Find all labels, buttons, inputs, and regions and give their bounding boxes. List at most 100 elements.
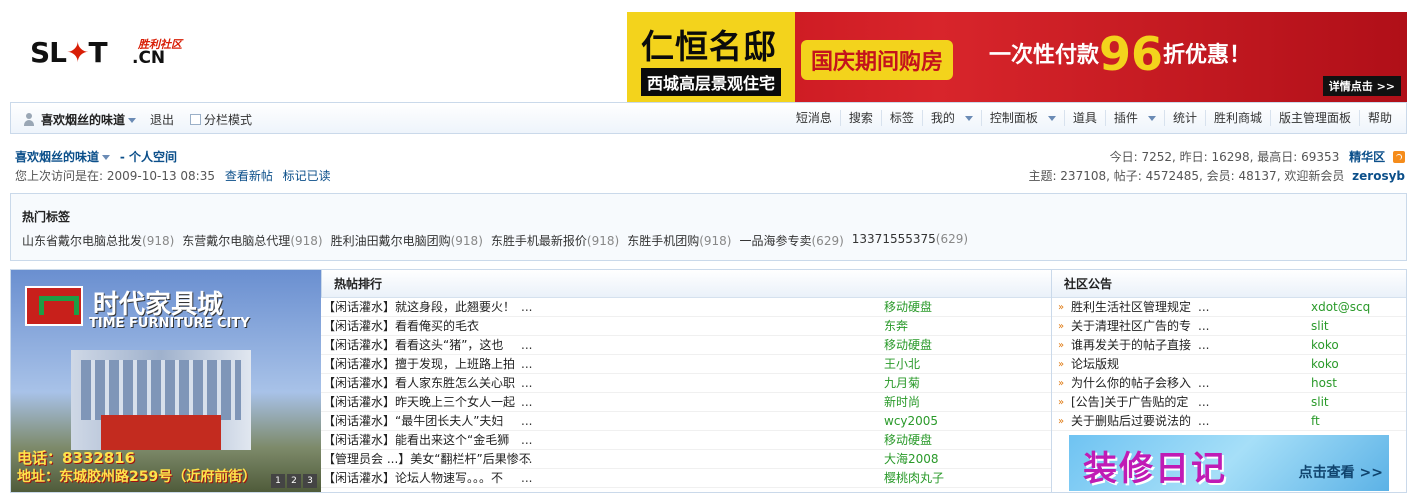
list-item: 【闲话灌水】“最牛团长夫人”夫妇... wcy2005	[321, 412, 1051, 431]
post-title-link[interactable]: 【闲话灌水】看看俺买的毛衣	[323, 317, 479, 336]
post-title-link[interactable]: 【闲话灌水】昨天晚上三个女人一起	[323, 393, 515, 412]
notice-author-link[interactable]: slit	[1311, 317, 1329, 336]
post-title-link[interactable]: 【闲话灌水】就这身段，此翘要火！	[323, 298, 515, 317]
furniture-ad[interactable]: 时代家具城 TIME FURNITURE CITY 电话：8332816 地址：…	[11, 270, 321, 492]
notice-title-link[interactable]: 谁再发关于的帖子直接	[1071, 336, 1191, 355]
notice-title-link[interactable]: 关于删贴后过要说法的	[1071, 412, 1191, 431]
notice-author-link[interactable]: slit	[1311, 393, 1329, 412]
list-item: » 关于清理社区广告的专... slit	[1052, 317, 1406, 336]
post-title-link[interactable]: 【闲话灌水】论坛人物速写。。。不	[323, 469, 503, 488]
post-author-link[interactable]: 九月菊	[884, 374, 920, 393]
notice-title-link[interactable]: 为什么你的帖子会移入	[1071, 374, 1191, 393]
ad-page-button[interactable]: 3	[303, 474, 317, 488]
post-author-link[interactable]: 樱桃肉丸子	[884, 469, 944, 488]
nav-item-plugins[interactable]: 插件	[1104, 110, 1164, 126]
notice-title-link[interactable]: 论坛版规	[1071, 355, 1119, 374]
list-item: 【闲话灌水】看人家东胜怎么关心职... 九月菊	[321, 374, 1051, 393]
notice-title-link[interactable]: [公告]关于广告贴的定	[1071, 393, 1188, 412]
username-menu[interactable]: 喜欢烟丝的味道	[41, 111, 137, 128]
chevron-down-icon	[964, 116, 973, 121]
post-more: ...	[521, 414, 533, 428]
nav-item-mall[interactable]: 胜利商城	[1204, 110, 1270, 126]
post-more: ...	[521, 376, 533, 390]
post-title-link[interactable]: 【闲话灌水】能看出来这个“金毛狮	[323, 431, 509, 450]
nav-item-tags[interactable]: 标签	[880, 110, 922, 126]
nav-item-stats[interactable]: 统计	[1163, 110, 1205, 126]
split-mode-toggle[interactable]: 分栏模式	[190, 111, 252, 128]
nav-item-search[interactable]: 搜索	[839, 110, 881, 126]
ad-brand-en: TIME FURNITURE CITY	[89, 316, 250, 331]
post-title-link[interactable]: 【闲话灌水】擅于发现，上班路上拍	[323, 355, 515, 374]
banner-title: 仁恒名邸	[641, 27, 777, 66]
newest-member-link[interactable]: zerosyb	[1352, 169, 1405, 183]
post-more: ...	[521, 357, 533, 371]
banner-detail-button[interactable]: 详情点击 >>	[1322, 76, 1401, 96]
notice-author-link[interactable]: koko	[1311, 336, 1339, 355]
nav-bar: 喜欢烟丝的味道 退出 分栏模式 短消息 搜索 标签 我的 控制面板 道具 插件 …	[10, 102, 1407, 134]
user-menu-link[interactable]: 喜欢烟丝的味道	[15, 150, 111, 164]
furniture-logo-icon	[25, 286, 83, 326]
digest-link[interactable]: 精华区	[1349, 150, 1385, 164]
nav-item-control-panel[interactable]: 控制面板	[980, 110, 1064, 126]
user-info: 喜欢烟丝的味道 - 个人空间 您上次访问是在: 2009-10-13 08:35…	[10, 144, 1407, 186]
post-author-link[interactable]: 移动硬盘	[884, 336, 932, 355]
ad-page-button[interactable]: 2	[287, 474, 301, 488]
post-author-link[interactable]: 大海2008	[884, 450, 939, 469]
hot-tag[interactable]: 胜利油田戴尔电脑团购(918)	[331, 232, 483, 249]
nav-item-moderator-panel[interactable]: 版主管理面板	[1269, 110, 1359, 126]
post-more: ...	[521, 395, 533, 409]
post-author-link[interactable]: wcy2005	[884, 412, 938, 431]
ad-page-button[interactable]: 1	[271, 474, 285, 488]
user-icon	[23, 113, 35, 126]
list-item: 【闲话灌水】昨天晚上三个女人一起... 新时尚	[321, 393, 1051, 412]
double-arrow-icon: »	[1058, 359, 1065, 370]
ad-small-text: 装修日记	[1083, 449, 1227, 489]
new-posts-link[interactable]: 查看新帖	[225, 169, 273, 183]
notice-author-link[interactable]: xdot@scq	[1311, 298, 1370, 317]
header: SL✦T 胜利社区 .CN 仁恒名邸 西城高层景观住宅 国庆期间购房 一次性付款…	[0, 0, 1408, 102]
post-title-link[interactable]: 【管理员会 ...】美女“翻栏杆”后果惨不	[323, 450, 531, 469]
list-item: » 为什么你的帖子会移入... host	[1052, 374, 1406, 393]
ad-tel: 电话：8332816	[17, 449, 136, 467]
nav-item-messages[interactable]: 短消息	[788, 110, 840, 126]
hot-tag[interactable]: 13371555375(629)	[852, 232, 968, 249]
post-author-link[interactable]: 王小北	[884, 355, 920, 374]
post-author-link[interactable]: 移动硬盘	[884, 298, 932, 317]
notice-author-link[interactable]: koko	[1311, 355, 1339, 374]
post-title-link[interactable]: 【闲话灌水】看人家东胜怎么关心职	[323, 374, 515, 393]
banner-slogan-1: 国庆期间购房	[801, 40, 954, 80]
nav-item-my[interactable]: 我的	[921, 110, 981, 126]
nav-item-props[interactable]: 道具	[1063, 110, 1105, 126]
rss-icon[interactable]	[1393, 151, 1405, 163]
hot-tags-title: 热门标签	[22, 210, 71, 224]
hot-tag[interactable]: 山东省戴尔电脑总批发(918)	[22, 232, 174, 249]
post-title-link[interactable]: 【闲话灌水】看看这头“猪”，这也	[323, 336, 503, 355]
site-logo[interactable]: SL✦T 胜利社区 .CN	[30, 32, 190, 72]
hot-tag[interactable]: 东营戴尔电脑总代理(918)	[182, 232, 322, 249]
nav-links: 短消息 搜索 标签 我的 控制面板 道具 插件 统计 胜利商城 版主管理面板 帮…	[788, 103, 1400, 133]
ad-small-cta[interactable]: 点击查看 >>	[1299, 462, 1383, 482]
personal-space-link[interactable]: - 个人空间	[120, 150, 177, 164]
post-more: ...	[521, 300, 533, 314]
nav-item-help[interactable]: 帮助	[1358, 110, 1400, 126]
hot-tag[interactable]: 一品海参专卖(629)	[739, 232, 843, 249]
hot-tag[interactable]: 东胜手机团购(918)	[627, 232, 731, 249]
notice-title-link[interactable]: 胜利生活社区管理规定	[1071, 298, 1191, 317]
banner-subtitle: 西城高层景观住宅	[641, 68, 782, 96]
hot-tag[interactable]: 东胜手机最新报价(918)	[491, 232, 619, 249]
top-banner-ad[interactable]: 仁恒名邸 西城高层景观住宅 国庆期间购房 一次性付款96折优惠！ 详情点击 >>	[627, 12, 1407, 102]
list-item: » 关于删贴后过要说法的... ft	[1052, 412, 1406, 431]
post-title-link[interactable]: 【闲话灌水】“最牛团长夫人”夫妇	[323, 412, 503, 431]
hot-tags-list: 山东省戴尔电脑总批发(918) 东营戴尔电脑总代理(918) 胜利油田戴尔电脑团…	[22, 232, 968, 249]
logout-link[interactable]: 退出	[150, 111, 174, 128]
post-author-link[interactable]: 新时尚	[884, 393, 920, 412]
notice-author-link[interactable]: host	[1311, 374, 1337, 393]
decoration-diary-ad[interactable]: 装修日记 点击查看 >>	[1069, 435, 1389, 491]
post-author-link[interactable]: 东奔	[884, 317, 908, 336]
notice-title-link[interactable]: 关于清理社区广告的专	[1071, 317, 1191, 336]
post-author-link[interactable]: 移动硬盘	[884, 431, 932, 450]
notice-list: » 胜利生活社区管理规定... xdot@scq » 关于清理社区广告的专... sli…	[1052, 298, 1406, 431]
user-info-line-2: 您上次访问是在: 2009-10-13 08:35 查看新帖 标记已读	[15, 167, 331, 184]
mark-read-link[interactable]: 标记已读	[283, 169, 331, 183]
notice-author-link[interactable]: ft	[1311, 412, 1320, 431]
